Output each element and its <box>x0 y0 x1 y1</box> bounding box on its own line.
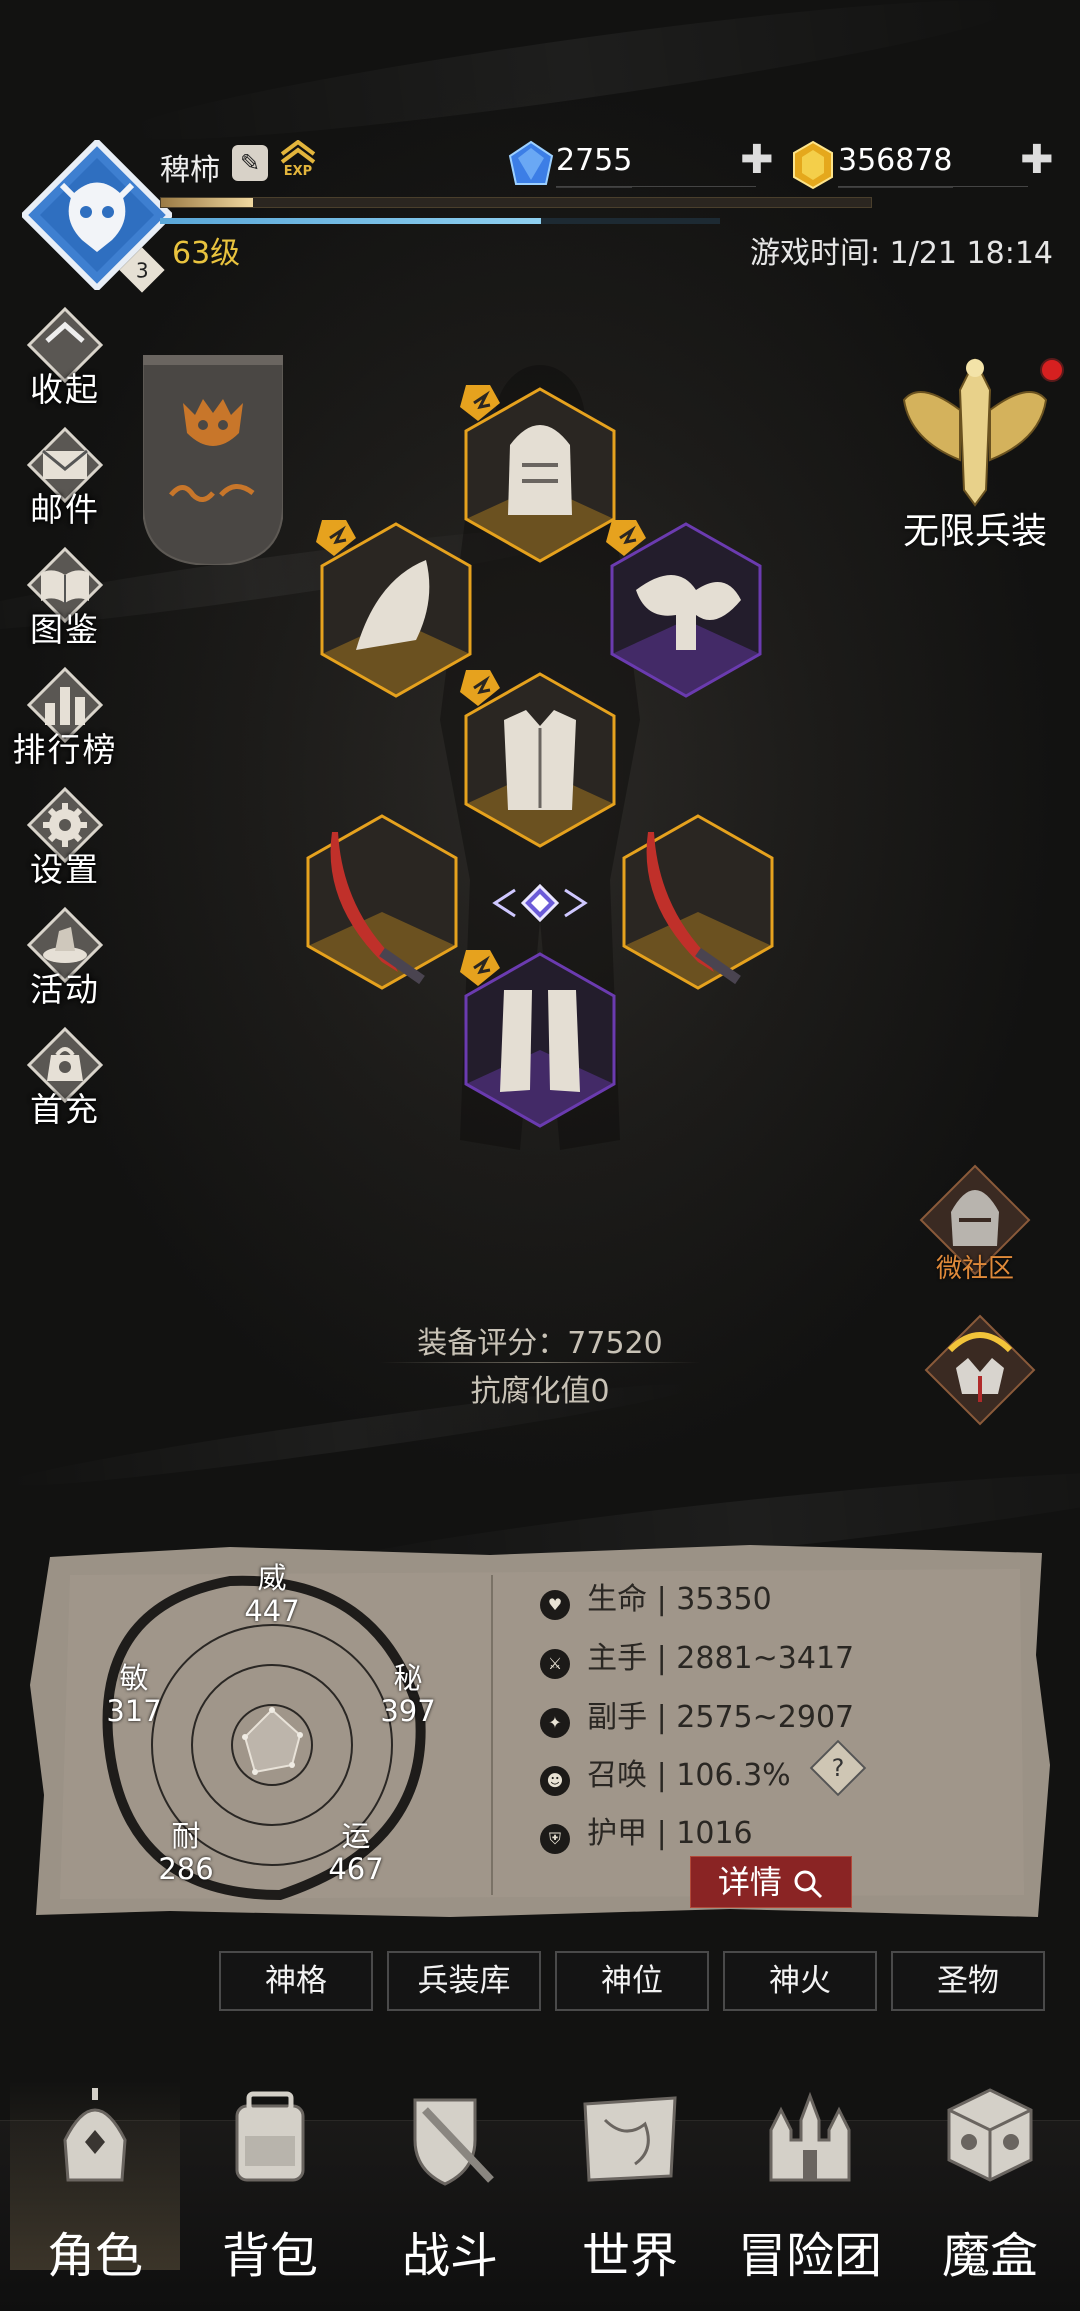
stat-off-hand: ✦ 副手 | 2575~2907 <box>540 1692 1010 1738</box>
sidebar-item-mail[interactable]: 邮件 <box>10 425 120 543</box>
equipment-score: 装备评分：77520 <box>417 1326 663 1361</box>
sword-icon: ⚔ <box>540 1648 570 1679</box>
details-button[interactable]: 详情 <box>690 1856 852 1908</box>
crown-icon[interactable] <box>920 1310 1040 1430</box>
backpack-icon <box>235 2091 305 2182</box>
game-time: 游戏时间: 1/21 18:14 <box>750 236 1054 271</box>
left-shoulder-slot[interactable] <box>316 520 476 700</box>
helmet-slot[interactable] <box>460 385 620 565</box>
summon-icon: ☻ <box>540 1765 570 1796</box>
armor-icon: ⛨ <box>540 1823 570 1854</box>
infinite-equipment-button[interactable]: 无限兵装 <box>890 350 1060 570</box>
stat-main-hand: ⚔ 主手 | 2881~3417 <box>540 1633 1010 1679</box>
exp-icon: EXP <box>278 139 318 182</box>
add-gems-button[interactable]: ✚ <box>740 137 774 183</box>
sidebar-item-events[interactable]: 活动 <box>10 905 120 1023</box>
helmet-icon <box>63 2088 127 2182</box>
edit-name-icon[interactable]: ✎ <box>232 145 268 181</box>
attribute-wei: 威 447 <box>244 1561 300 1628</box>
nav-character[interactable]: 角色 <box>10 2080 180 2284</box>
magnifier-icon <box>794 1870 823 1899</box>
legs-slot[interactable] <box>460 950 620 1130</box>
diamond-icon <box>508 140 554 190</box>
main-weapon-slot[interactable] <box>302 812 462 992</box>
player-level: 63级 <box>172 236 241 271</box>
stat-summon: ☻ 召唤 | 106.3% <box>540 1750 1010 1796</box>
gold-amount: 356878 <box>838 143 953 188</box>
heart-icon: ♥ <box>540 1589 570 1620</box>
sidebar-item-settings[interactable]: 设置 <box>10 785 120 903</box>
nav-magic-box[interactable]: 魔盒 <box>905 2080 1075 2284</box>
nav-adventure-group[interactable]: 冒险团 <box>725 2080 895 2284</box>
shield-sword-icon <box>413 2098 494 2186</box>
chest-slot[interactable] <box>460 670 620 850</box>
off-weapon-slot[interactable] <box>618 812 778 992</box>
nav-world[interactable]: 世界 <box>545 2080 715 2284</box>
community-button[interactable]: 微社区 <box>915 1160 1035 1284</box>
winged-sword-icon <box>902 357 1048 507</box>
offhand-icon: ✦ <box>540 1707 570 1738</box>
attribute-nai: 耐 286 <box>158 1819 214 1886</box>
tab-god-rank[interactable]: 神位 <box>555 1951 709 2011</box>
map-icon <box>583 2096 677 2182</box>
castle-icon <box>769 2091 851 2182</box>
add-gold-button[interactable]: ✚ <box>1020 137 1054 183</box>
sidebar-item-ranking[interactable]: 排行榜 <box>10 665 120 783</box>
cube-icon <box>947 2088 1033 2182</box>
hp-bar <box>160 218 720 224</box>
stat-hp: ♥ 生命 | 35350 <box>540 1574 1010 1620</box>
tab-divinity[interactable]: 神格 <box>219 1951 373 2011</box>
attribute-yun: 运 467 <box>328 1819 384 1886</box>
sidebar-item-codex[interactable]: 图鉴 <box>10 545 120 663</box>
sidebar-item-collapse[interactable]: 收起 <box>10 305 120 423</box>
attribute-min: 敏 317 <box>106 1661 162 1728</box>
attribute-mi: 秘 397 <box>380 1661 436 1728</box>
sidebar-item-first-recharge[interactable]: 首充 <box>10 1025 120 1143</box>
player-name: 稗柿 <box>160 153 220 188</box>
stat-armor: ⛨ 护甲 | 1016 <box>540 1808 1010 1854</box>
nav-backpack[interactable]: 背包 <box>185 2080 355 2284</box>
nav-battle[interactable]: 战斗 <box>365 2080 535 2284</box>
exp-bar <box>160 197 872 208</box>
tab-relic[interactable]: 圣物 <box>891 1951 1045 2011</box>
gem-amount: 2755 <box>556 143 633 188</box>
guild-banner[interactable] <box>142 354 284 567</box>
link-icon <box>492 883 588 923</box>
tab-armory[interactable]: 兵装库 <box>387 1951 541 2011</box>
gold-icon <box>790 140 836 190</box>
notification-dot <box>1040 358 1064 382</box>
right-shoulder-slot[interactable] <box>606 520 766 700</box>
anti-corruption-value: 抗腐化值0 <box>470 1374 610 1409</box>
divider <box>380 1362 700 1363</box>
tab-divine-fire[interactable]: 神火 <box>723 1951 877 2011</box>
